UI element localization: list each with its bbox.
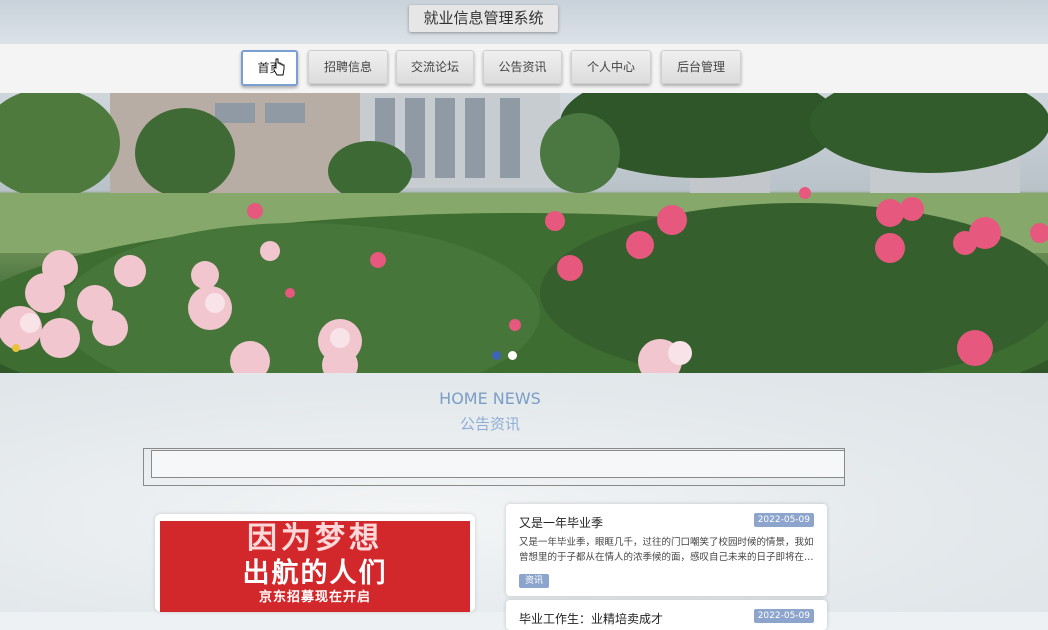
- carousel-dot-1[interactable]: [492, 351, 501, 360]
- news-title: 毕业工作生：业精培卖成才: [519, 612, 664, 626]
- promo-image: 因为梦想 出航的人们 京东招募现在开启: [160, 521, 470, 612]
- flower-garden-image: [0, 93, 1048, 373]
- news-title: 又是一年毕业季: [519, 516, 604, 530]
- news-summary-line-2: 曾想里的于子都从在情人的浓季候的面，感叹自己未来的日子即将在…: [519, 552, 814, 563]
- site-title: 就业信息管理系统: [409, 5, 558, 32]
- news-date-badge: 2022-05-09: [753, 609, 814, 623]
- search-input[interactable]: [151, 450, 845, 478]
- top-header-bar: 就业信息管理系统: [0, 0, 1048, 44]
- news-card[interactable]: 毕业工作生：业精培卖成才 2022-05-09: [506, 600, 827, 630]
- main-navigation: 首页 招聘信息 交流论坛 公告资讯 个人中心 后台管理: [0, 44, 1048, 93]
- nav-recruitment[interactable]: 招聘信息: [308, 50, 388, 84]
- search-box: [143, 448, 845, 486]
- hand-cursor-icon: [273, 58, 285, 76]
- news-date-badge: 2022-05-09: [753, 513, 814, 527]
- carousel-dot-2[interactable]: [508, 351, 517, 360]
- section-title-cn: 公告资讯: [459, 415, 520, 433]
- nav-announcements[interactable]: 公告资讯: [483, 50, 562, 84]
- news-summary-line-1: 又是一年毕业季，眼眶几千，过往的门口嘲笑了校园时候的情景，我如: [519, 537, 814, 548]
- promo-line-3: 京东招募现在开启: [258, 590, 371, 605]
- nav-personal-center[interactable]: 个人中心: [571, 50, 651, 84]
- news-summary: 又是一年毕业季，眼眶几千，过往的门口嘲笑了校园时候的情景，我如 曾想里的于子都从…: [519, 535, 815, 565]
- nav-forum[interactable]: 交流论坛: [396, 50, 474, 84]
- nav-home[interactable]: 首页: [241, 50, 298, 86]
- nav-admin[interactable]: 后台管理: [661, 50, 741, 84]
- promo-line-2: 出航的人们: [242, 558, 388, 589]
- hero-banner: [0, 93, 1048, 373]
- promo-card[interactable]: 因为梦想 出航的人们 京东招募现在开启: [155, 514, 475, 612]
- section-title-en: HOME NEWS: [439, 389, 541, 408]
- news-card[interactable]: 又是一年毕业季 2022-05-09 又是一年毕业季，眼眶几千，过往的门口嘲笑了…: [506, 504, 827, 596]
- home-news-section: HOME NEWS 公告资讯 因为梦想 出航的人们 京东招募现在开启 又是一年毕…: [0, 373, 1048, 630]
- news-tag: 资讯: [519, 574, 550, 588]
